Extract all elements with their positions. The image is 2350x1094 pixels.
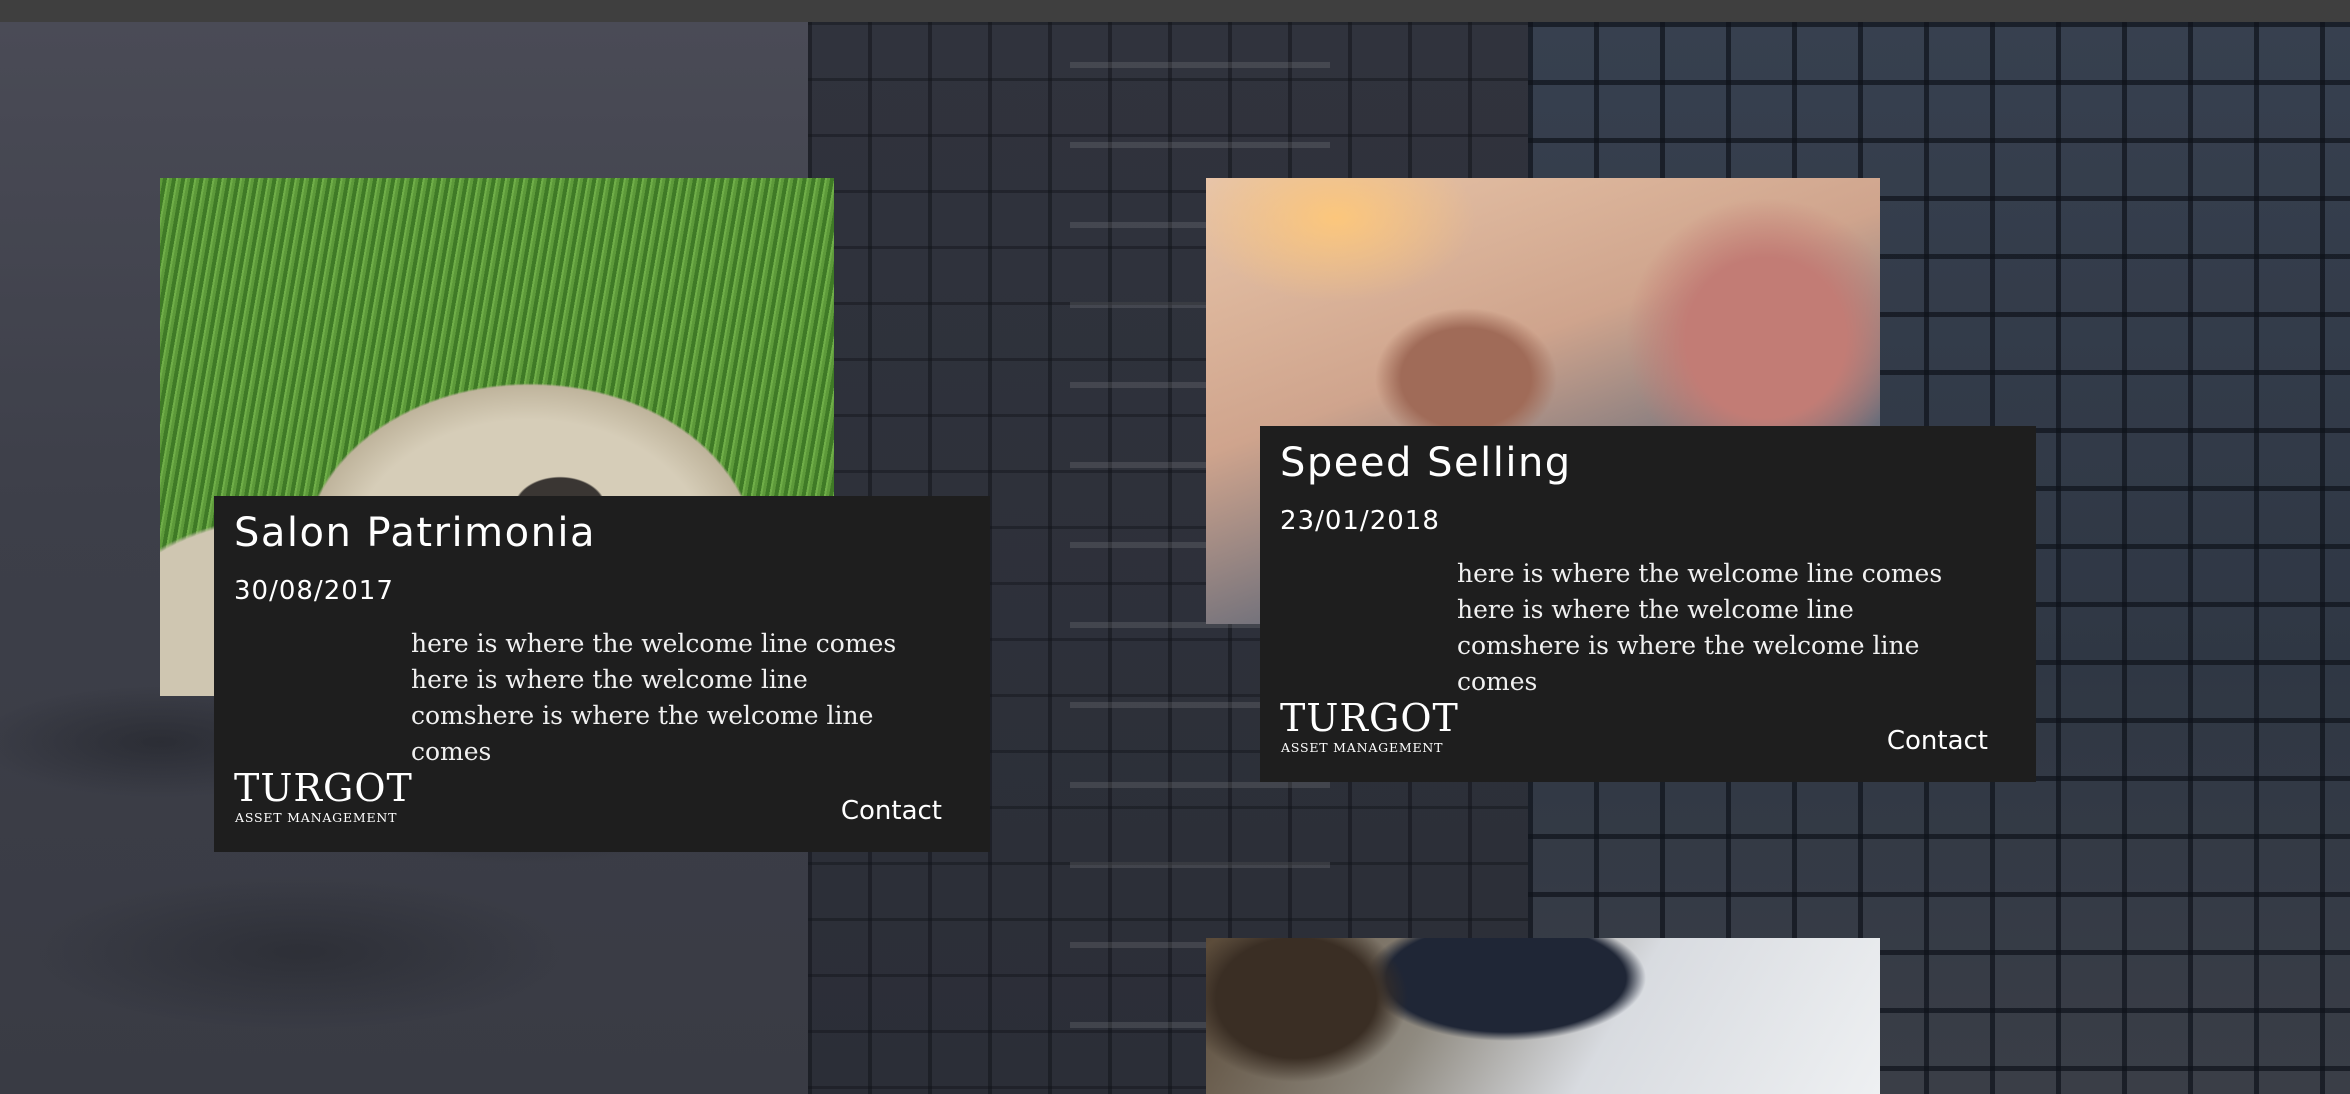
top-bar <box>0 0 2350 22</box>
event-title[interactable]: Salon Patrimonia <box>234 510 596 556</box>
event-date: 23/01/2018 <box>1280 506 1440 536</box>
event-title[interactable]: Speed Selling <box>1280 440 1572 486</box>
contact-link[interactable]: Contact <box>1887 726 1988 756</box>
logo-tagline: ASSET MANAGEMENT <box>235 810 398 825</box>
logo-name: TURGOT <box>234 766 413 810</box>
logo-tagline: ASSET MANAGEMENT <box>1281 740 1444 755</box>
event-description: here is where the welcome line comes her… <box>1457 559 1943 696</box>
event-image-office[interactable] <box>1206 938 1880 1094</box>
logo-name: TURGOT <box>1280 696 1459 740</box>
event-card: Speed Selling 23/01/2018 here is where t… <box>1260 426 2036 782</box>
event-description: here is where the welcome line comes her… <box>411 629 897 766</box>
turgot-logo: TURGOT ASSET MANAGEMENT <box>234 768 412 828</box>
turgot-logo: TURGOT ASSET MANAGEMENT <box>1280 698 1458 758</box>
event-date: 30/08/2017 <box>234 576 394 606</box>
contact-link[interactable]: Contact <box>841 796 942 826</box>
event-card: Salon Patrimonia 30/08/2017 here is wher… <box>214 496 990 852</box>
